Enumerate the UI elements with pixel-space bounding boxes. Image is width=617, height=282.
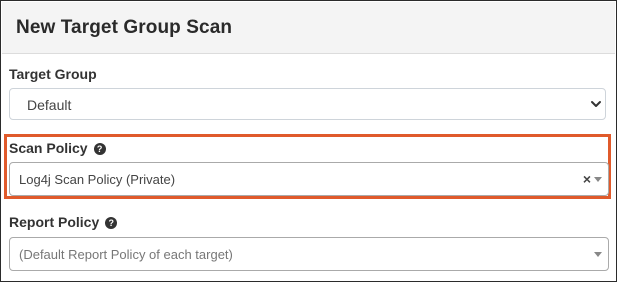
report-policy-label-row: Report Policy? bbox=[9, 214, 118, 230]
new-target-group-scan-modal: New Target Group Scan Target Group Defau… bbox=[0, 0, 617, 282]
dropdown-arrow-icon bbox=[594, 252, 602, 257]
target-group-value: Default bbox=[27, 97, 72, 113]
help-icon[interactable]: ? bbox=[93, 143, 106, 155]
scan-policy-value: Log4j Scan Policy (Private) bbox=[19, 172, 176, 187]
target-group-select[interactable]: Default bbox=[9, 88, 606, 120]
dropdown-arrow-icon bbox=[594, 177, 602, 182]
modal-title: New Target Group Scan bbox=[16, 17, 233, 38]
chevron-down-icon bbox=[591, 101, 601, 107]
scan-policy-label: Scan Policy bbox=[9, 140, 88, 156]
report-policy-select[interactable]: (Default Report Policy of each target) bbox=[9, 237, 609, 271]
scan-policy-select[interactable]: Log4j Scan Policy (Private) × bbox=[9, 162, 609, 196]
report-policy-label: Report Policy bbox=[9, 214, 100, 230]
report-policy-placeholder: (Default Report Policy of each target) bbox=[19, 247, 233, 262]
scan-policy-label-row: Scan Policy? bbox=[9, 140, 106, 156]
clear-selection-icon[interactable]: × bbox=[583, 170, 591, 188]
help-icon[interactable]: ? bbox=[105, 217, 118, 229]
modal-header: New Target Group Scan bbox=[2, 2, 615, 54]
target-group-label: Target Group bbox=[9, 66, 97, 82]
